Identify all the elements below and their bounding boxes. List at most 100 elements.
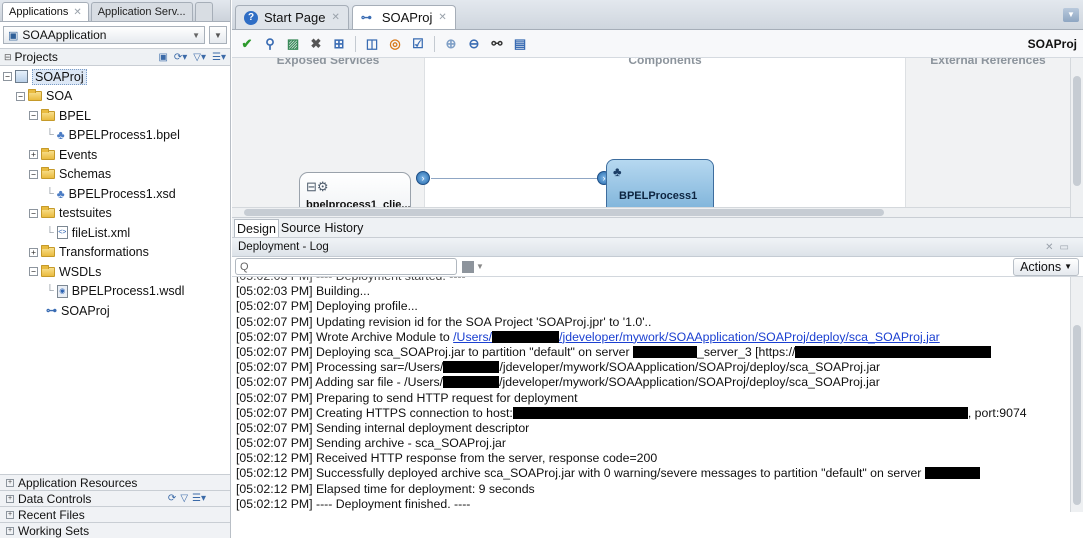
binoculars-icon[interactable]: ⚯	[490, 36, 504, 52]
tree-item-xsd-file[interactable]: └ ♣ BPELProcess1.xsd	[0, 184, 230, 204]
external-references-swimlane: External References	[905, 58, 1070, 217]
tree-item-testsuites[interactable]: − testsuites	[0, 204, 230, 224]
chevron-down-icon: ▼	[1064, 262, 1072, 271]
properties-icon[interactable]: ▤	[513, 36, 527, 52]
refresh-icon[interactable]: ⟳	[168, 493, 176, 504]
tree-item-bpel[interactable]: − BPEL	[0, 106, 230, 126]
tree-item-wsdl-file[interactable]: └ ◉ BPELProcess1.wsdl	[0, 282, 230, 302]
tree-item-wsdls[interactable]: − WSDLs	[0, 262, 230, 282]
filter-icon[interactable]	[462, 260, 474, 273]
accordion-data-controls[interactable]: + Data Controls ⟳ ▽ ☰▾	[0, 490, 230, 506]
panel-controls-icon[interactable]: ✕▭	[1045, 242, 1075, 253]
application-menu-button[interactable]: ▼	[209, 26, 227, 44]
delete-icon[interactable]: ✖	[309, 36, 323, 52]
tab-source[interactable]: Source	[279, 219, 323, 237]
test-icon[interactable]: ◎	[388, 36, 402, 52]
collapse-icon[interactable]: −	[29, 111, 38, 121]
collapse-icon[interactable]: −	[3, 72, 12, 82]
zoom-icon[interactable]: ◫	[365, 36, 379, 52]
application-selector[interactable]: ▣ SOAApplication ▼	[3, 26, 205, 44]
accordion-label: Application Resources	[18, 475, 138, 490]
log-line-text: [05:02:07 PM] Processing sar=/Users/	[236, 360, 444, 375]
wire-icon[interactable]: ⚲	[263, 36, 277, 52]
tree-line: └	[46, 226, 54, 239]
deployment-log-title: Deployment - Log	[238, 241, 329, 253]
tree-item-bpel-file[interactable]: └ ♣ BPELProcess1.bpel	[0, 126, 230, 146]
schema-icon: ♣	[56, 186, 65, 201]
tree-item-schemas[interactable]: − Schemas	[0, 165, 230, 185]
expand-icon[interactable]: +	[6, 526, 14, 535]
collapse-icon[interactable]: −	[29, 169, 38, 179]
close-icon[interactable]: ✕	[331, 12, 339, 23]
folder-icon	[41, 147, 55, 160]
tab-application-servers[interactable]: Application Serv...	[90, 2, 193, 21]
navigator-tabstrip: Applications ✕ Application Serv...	[0, 0, 230, 22]
projects-header[interactable]: ⊟ Projects ▣ ⟳▾ ▽▾ ☰▾	[0, 48, 230, 66]
tree-line: └	[46, 187, 54, 200]
tab-applications[interactable]: Applications ✕	[2, 2, 89, 21]
wire[interactable]	[431, 178, 602, 179]
tree-item-soaproj[interactable]: − SOAProj	[0, 67, 230, 87]
collapse-icon[interactable]: −	[16, 91, 25, 101]
tree-item-transformations[interactable]: + Transformations	[0, 243, 230, 263]
checklist-icon[interactable]: ☑	[411, 36, 425, 52]
composite-canvas[interactable]: Exposed Services Components External Ref…	[232, 58, 1083, 218]
expand-icon[interactable]: +	[29, 150, 38, 160]
log-line: [05:02:12 PM] ---- Deployment finished. …	[236, 496, 471, 511]
accordion-working-sets[interactable]: + Working Sets	[0, 522, 230, 538]
log-vertical-scrollbar[interactable]	[1070, 277, 1083, 512]
sort-icon[interactable]: ☰▾	[192, 493, 206, 504]
expand-all-icon[interactable]: ⊕	[444, 36, 458, 52]
expand-icon[interactable]: +	[6, 478, 14, 487]
project-properties-icon[interactable]: ▣	[158, 52, 167, 63]
image-icon[interactable]: ▨	[286, 36, 300, 52]
tree-item-soa[interactable]: − SOA	[0, 87, 230, 107]
canvas-horizontal-scrollbar[interactable]	[232, 207, 1070, 217]
log-line-text: /jdeveloper/mywork/SOAApplication/SOAPro…	[499, 375, 880, 390]
tree-item-composite[interactable]: ⊶ SOAProj	[0, 301, 230, 321]
redaction	[924, 467, 980, 480]
composite-title: SOAProj	[1027, 36, 1077, 51]
tab-start-page[interactable]: ? Start Page ✕	[235, 5, 349, 29]
collapse-all-icon[interactable]: ⊖	[467, 36, 481, 52]
canvas-vertical-scrollbar[interactable]	[1070, 58, 1083, 217]
application-selector-row: ▣ SOAApplication ▼ ▼	[3, 25, 227, 45]
filter-icon[interactable]: ▽▾	[193, 52, 206, 63]
tab-history[interactable]: History	[323, 219, 366, 237]
tab-soaproj[interactable]: ⊶ SOAProj ✕	[351, 5, 456, 29]
composite-toolbar: ✔ ⚲ ▨ ✖ ⊞ ◫ ◎ ☑ ⊕ ⊖ ⚯ ▤ SOAProj	[232, 30, 1083, 58]
expand-icon[interactable]: +	[6, 510, 14, 519]
collapse-icon[interactable]: −	[29, 267, 38, 277]
web-service-icon: ⊟⚙	[306, 179, 329, 194]
tree-item-label: Transformations	[59, 245, 149, 260]
tree-item-label: WSDLs	[59, 264, 102, 279]
accordion-application-resources[interactable]: + Application Resources	[0, 474, 230, 490]
toolbar-separator	[355, 35, 356, 52]
tree-item-filelist[interactable]: └ <> fileList.xml	[0, 223, 230, 243]
actions-button[interactable]: Actions ▼	[1013, 257, 1079, 276]
close-icon[interactable]: ✕	[438, 12, 446, 23]
redaction	[443, 361, 500, 374]
collapse-icon[interactable]: −	[29, 208, 38, 218]
filter-icon[interactable]: ▽	[180, 493, 188, 504]
log-search-input[interactable]: Q	[235, 258, 457, 275]
refresh-icon[interactable]: ⟳▾	[174, 52, 187, 63]
tab-design[interactable]: Design	[234, 219, 279, 237]
validate-icon[interactable]: ✔	[240, 36, 254, 52]
accordion-recent-files[interactable]: + Recent Files	[0, 506, 230, 522]
archive-path-link[interactable]: /Users/ /jdeveloper/mywork/SOAApplication…	[453, 330, 940, 344]
collapse-icon[interactable]: ⊟	[4, 52, 12, 63]
tree-item-events[interactable]: + Events	[0, 145, 230, 165]
expand-icon[interactable]: +	[6, 494, 14, 503]
chevron-down-icon[interactable]: ▼	[476, 262, 484, 271]
close-icon[interactable]: ✕	[73, 7, 81, 18]
sort-icon[interactable]: ☰▾	[212, 52, 226, 63]
tree-item-label: Schemas	[59, 167, 112, 182]
layout-icon[interactable]: ⊞	[332, 36, 346, 52]
tab-overflow[interactable]	[194, 2, 213, 21]
expand-icon[interactable]: +	[29, 247, 38, 257]
tab-list-icon[interactable]: ▼	[1063, 8, 1079, 22]
deployment-log-output[interactable]: [05:02:03 PM] ---- Deployment started. -…	[232, 277, 1083, 512]
log-line: [05:02:07 PM] Preparing to send HTTP req…	[236, 390, 578, 405]
service-connector-icon[interactable]: ›	[416, 171, 430, 185]
